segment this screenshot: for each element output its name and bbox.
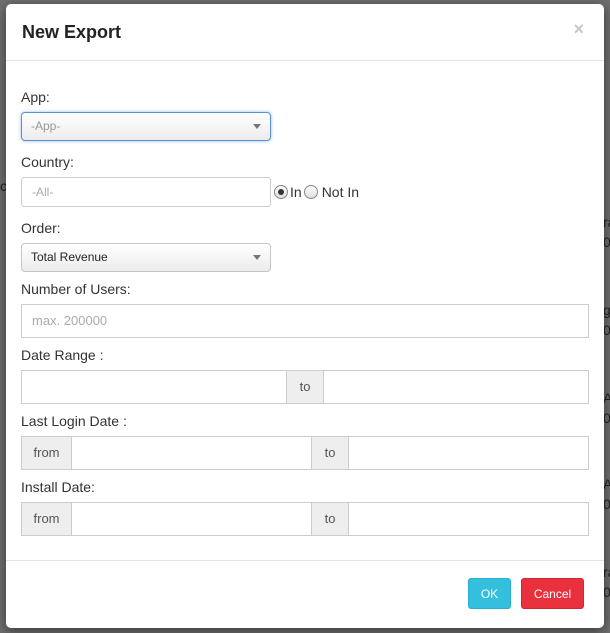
last-login-to-addon: to (311, 436, 349, 470)
number-of-users-placeholder: max. 200000 (32, 313, 108, 328)
last-login-start-input[interactable] (71, 436, 312, 470)
background-text-fragment: A (603, 390, 610, 406)
country-input[interactable]: -All- (21, 177, 271, 207)
background-text-fragment: 0 (603, 496, 610, 512)
date-range-to-addon: to (286, 370, 324, 404)
cancel-button[interactable]: Cancel (521, 578, 584, 609)
background-text-fragment: ra (603, 564, 610, 580)
app-select[interactable]: -App- (21, 112, 271, 141)
install-date-start-input[interactable] (71, 502, 312, 536)
new-export-dialog: New Export × App: -App- Country: -All- I… (6, 4, 604, 628)
order-select-value: Total Revenue (31, 250, 108, 264)
install-date-to-addon: to (311, 502, 349, 536)
number-of-users-label: Number of Users: (21, 281, 131, 297)
order-label: Order: (21, 220, 61, 236)
chevron-down-icon (253, 124, 261, 129)
country-mode-radio-group: In Not In (274, 184, 361, 200)
last-login-date-label: Last Login Date : (21, 413, 127, 429)
app-select-value: -App- (31, 119, 61, 133)
radio-not-in[interactable] (303, 185, 318, 199)
dialog-title: New Export (22, 22, 122, 42)
install-date-label: Install Date: (21, 479, 95, 495)
dialog-footer: OK Cancel (6, 560, 604, 628)
install-date-from-addon: from (21, 502, 72, 536)
radio-in[interactable] (274, 185, 288, 199)
date-range-end-input[interactable] (323, 370, 589, 404)
ok-button[interactable]: OK (468, 578, 511, 609)
install-date-end-input[interactable] (348, 502, 589, 536)
last-login-end-input[interactable] (348, 436, 589, 470)
background-text-fragment: 0 (603, 410, 610, 426)
app-label: App: (21, 89, 50, 105)
radio-not-in-label: Not In (321, 184, 360, 200)
background-text-fragment: g (603, 302, 610, 318)
chevron-down-icon (253, 255, 261, 260)
radio-in-label: In (290, 184, 302, 200)
close-icon[interactable]: × (573, 20, 584, 38)
date-range-label: Date Range : (21, 347, 104, 363)
background-text-fragment: 0 (603, 584, 610, 600)
country-label: Country: (21, 154, 74, 170)
background-text-fragment: A (603, 476, 610, 492)
background-text-fragment: ra (603, 214, 610, 230)
date-range-start-input[interactable] (21, 370, 287, 404)
number-of-users-input[interactable]: max. 200000 (21, 304, 589, 338)
order-select[interactable]: Total Revenue (21, 243, 271, 272)
last-login-from-addon: from (21, 436, 72, 470)
background-text-fragment: 0 (603, 234, 610, 250)
background-text-fragment: 0 (603, 322, 610, 338)
country-input-placeholder: -All- (32, 185, 54, 199)
dialog-header: New Export × (6, 4, 604, 61)
